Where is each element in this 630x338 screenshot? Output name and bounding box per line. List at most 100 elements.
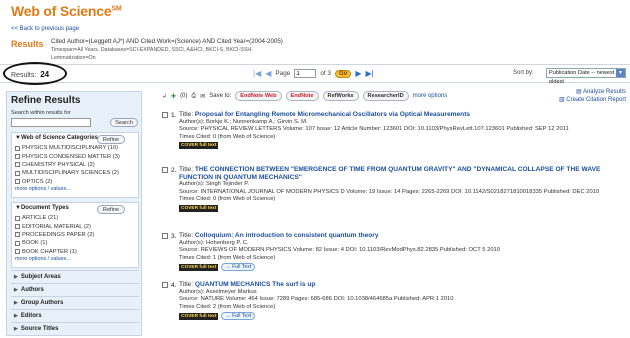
print-icon[interactable]: ⎙	[191, 93, 196, 100]
checkbox[interactable]	[15, 215, 20, 221]
record-checkbox[interactable]	[162, 282, 168, 288]
doctypes-more-link[interactable]: more options / values...	[12, 256, 138, 264]
checkbox[interactable]	[15, 162, 20, 168]
facet-label: Subject Areas	[20, 274, 61, 280]
doctype-label: PROCEEDINGS PAPER (2)	[22, 231, 95, 238]
logo-sup: SM	[111, 5, 122, 13]
citation-label: Create Citation Report	[566, 97, 626, 103]
record-item: 4. Title: QUANTUM MECHANICS The surf is …	[162, 281, 627, 321]
full-text-label: Full Text	[232, 313, 252, 320]
logo-text: Web of Science	[11, 3, 112, 19]
facet-group-authors[interactable]: ▶ Group Authors	[11, 296, 139, 308]
endnote-web-button[interactable]: EndNote Web	[235, 91, 282, 101]
discover-badge[interactable]: COVER full text	[179, 142, 219, 150]
last-page-icon[interactable]: ▶|	[366, 69, 374, 78]
record-title-link[interactable]: Proposal for Entangling Remote Micromech…	[195, 111, 470, 118]
endnote-button[interactable]: EndNote	[285, 91, 319, 101]
record-source: Source: REVIEWS OF MODERN PHYSICS Volume…	[179, 247, 501, 254]
results-heading: Results	[11, 39, 44, 49]
discover-badge[interactable]: COVER full text	[179, 263, 219, 271]
category-item[interactable]: CHEMISTRY PHYSICAL (2)	[12, 161, 138, 169]
record-item: 1. Title: Proposal for Entangling Remote…	[162, 111, 627, 150]
refworks-button[interactable]: RefWorks	[322, 91, 359, 101]
checkbox[interactable]	[15, 145, 20, 151]
checkbox[interactable]	[15, 154, 20, 160]
citation-report-link[interactable]: ▥ Create Citation Report	[536, 96, 626, 104]
analyze-results-link[interactable]: ▤ Analyze Results	[536, 88, 626, 96]
record-checkbox[interactable]	[162, 112, 168, 118]
report-icon: ▥	[558, 97, 565, 103]
doctype-item[interactable]: EDITORIAL MATERIAL (2)	[12, 222, 138, 230]
go-button[interactable]: Go	[335, 69, 352, 78]
facet-subject-areas[interactable]: ▶ Subject Areas	[11, 270, 139, 282]
full-text-button[interactable]: → Full Text	[221, 312, 256, 321]
record-title-link[interactable]: Colloquium: An introduction to consisten…	[195, 232, 379, 239]
categories-more-link[interactable]: more options / values...	[12, 186, 138, 194]
facet-editors[interactable]: ▶ Editors	[11, 309, 139, 321]
doctypes-title: Document Types	[20, 205, 69, 211]
doctype-label: BOOK CHAPTER (1)	[22, 248, 77, 255]
checkbox[interactable]	[15, 232, 20, 238]
sort-select[interactable]: Publication Date -- newest to oldest ▼	[546, 68, 626, 85]
search-within-button[interactable]: Search	[110, 118, 138, 127]
next-page-icon[interactable]: ▶	[355, 69, 361, 78]
checkbox[interactable]	[15, 240, 20, 246]
record-number: 2.	[171, 167, 177, 174]
more-options-link[interactable]: more options	[413, 93, 448, 99]
page-label: Page	[275, 70, 291, 77]
checkbox[interactable]	[15, 249, 20, 255]
triangle-right-icon: ▶	[14, 326, 18, 332]
categories-title: Web of Science Categories	[20, 135, 98, 141]
category-item[interactable]: OPTICS (2)	[12, 178, 138, 186]
search-within-input[interactable]	[11, 118, 91, 127]
record-source: Source: NATURE Volume: 464 Issue: 7289 P…	[179, 296, 454, 303]
record-item: 3. Title: Colloquium: An introduction to…	[162, 232, 627, 272]
discover-badge[interactable]: COVER full text	[179, 312, 219, 320]
facet-label: Group Authors	[20, 300, 64, 306]
prev-page-icon[interactable]: ◀	[265, 69, 271, 78]
page-total: of 3	[320, 70, 331, 77]
checkbox[interactable]	[15, 170, 20, 176]
checkbox[interactable]	[15, 179, 20, 185]
wos-logo[interactable]: Web of ScienceSM	[11, 3, 122, 19]
record-times-cited: Times Cited: 2 (from Web of Science)	[179, 303, 276, 310]
categories-refine-button[interactable]: Refine	[97, 135, 125, 144]
full-text-button[interactable]: → Full Text	[221, 263, 256, 272]
doctype-item[interactable]: BOOK CHAPTER (1)	[12, 248, 138, 256]
doctypes-refine-button[interactable]: Refine	[97, 205, 125, 214]
doctype-item[interactable]: BOOK (1)	[12, 239, 138, 247]
record-times-cited: Times Cited: 0 (from Web of Science)	[179, 133, 276, 140]
record-authors: Author(s): Asselmeyer Markus	[179, 288, 257, 295]
record-authors: Author(s): Singh Tejinder P.	[179, 181, 250, 188]
back-link[interactable]: << Back to previous page	[11, 26, 79, 32]
facet-label: Authors	[20, 287, 44, 293]
category-item[interactable]: MULTIDISCIPLINARY SCIENCES (2)	[12, 169, 138, 177]
record-title-link[interactable]: QUANTUM MECHANICS The surf is up	[195, 281, 316, 288]
sort-label: Sort by:	[513, 70, 534, 76]
checkbox[interactable]	[15, 224, 20, 230]
first-page-icon[interactable]: |◀	[253, 69, 261, 78]
facet-source-titles[interactable]: ▶ Source Titles	[11, 322, 139, 334]
record-checkbox[interactable]	[162, 233, 168, 239]
facet-authors[interactable]: ▶ Authors	[11, 283, 139, 295]
record-checkbox[interactable]	[162, 167, 168, 173]
email-icon[interactable]: ✉	[200, 93, 205, 100]
category-label: CHEMISTRY PHYSICAL (2)	[22, 161, 95, 168]
categories-facet: ▼Web of Science Categories Refine PHYSIC…	[11, 132, 139, 198]
marked-list-icon[interactable]: ✚	[171, 93, 176, 100]
triangle-right-icon: ▶	[14, 313, 18, 319]
doctype-label: BOOK (1)	[22, 240, 48, 247]
category-item[interactable]: PHYSICS CONDENSED MATTER (3)	[12, 152, 138, 160]
doctype-item[interactable]: ARTICLE (21)	[12, 214, 138, 222]
query-line: Cited Author=(Leggett AJ*) AND Cited Wor…	[51, 38, 283, 45]
save-to-label: Save to:	[209, 93, 232, 99]
doctype-item[interactable]: PROCEEDINGS PAPER (2)	[12, 231, 138, 239]
discover-badge[interactable]: COVER full text	[179, 204, 219, 212]
researcherid-button[interactable]: ResearcherID	[362, 91, 409, 101]
title-label: Title:	[179, 166, 194, 173]
category-item[interactable]: PHYSICS MULTIDISCIPLINARY (10)	[12, 144, 138, 152]
record-title-link[interactable]: THE CONNECTION BETWEEN "EMERGENCE OF TIM…	[179, 166, 600, 181]
page-input[interactable]	[294, 69, 317, 78]
chart-icon: ▤	[575, 89, 582, 95]
arrow-right-icon: →	[225, 313, 231, 320]
